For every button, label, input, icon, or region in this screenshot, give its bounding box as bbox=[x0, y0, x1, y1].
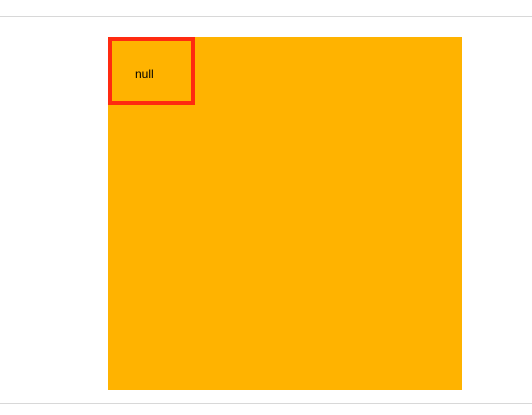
highlight-box[interactable]: null bbox=[108, 37, 195, 105]
null-label: null bbox=[135, 67, 154, 81]
yellow-panel: null bbox=[108, 37, 462, 390]
bottom-divider bbox=[0, 403, 532, 404]
top-divider bbox=[0, 16, 532, 17]
